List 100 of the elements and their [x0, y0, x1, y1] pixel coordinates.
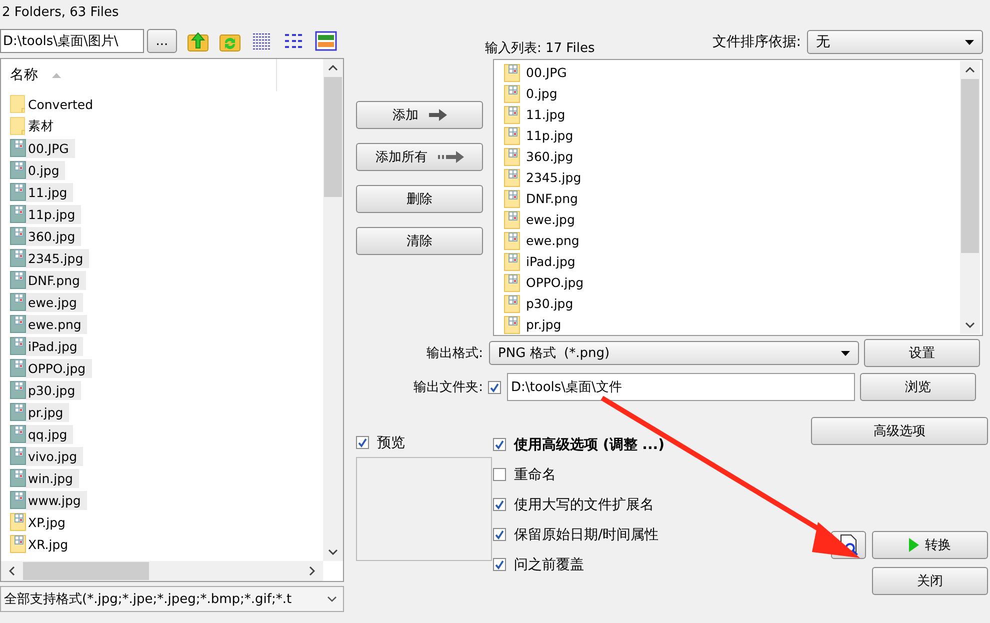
checked-checkbox[interactable] — [493, 498, 506, 511]
action-button[interactable]: 删除 — [356, 185, 483, 213]
file-item[interactable]: win.jpg — [26, 468, 79, 488]
file-item[interactable]: 11.jpg — [26, 182, 74, 202]
convert-button[interactable]: 转换 — [872, 531, 988, 559]
dropdown-arrow-icon — [965, 40, 974, 44]
scroll-up-icon — [965, 67, 975, 73]
thumbnail-view-icon[interactable] — [315, 30, 337, 52]
image-file-icon — [10, 425, 26, 443]
input-file-item[interactable]: 11p.jpg — [526, 128, 574, 143]
file-item[interactable]: 2345.jpg — [26, 248, 90, 268]
settings-button[interactable]: 设置 — [864, 339, 980, 367]
input-file-item[interactable]: pr.jpg — [526, 317, 562, 332]
image-file-icon — [504, 274, 520, 292]
folder-up-icon[interactable] — [187, 30, 209, 52]
browse-folder-button[interactable]: 浏览 — [860, 373, 976, 401]
image-file-icon — [504, 106, 520, 124]
checked-checkbox[interactable] — [493, 438, 506, 451]
preview-label: 预览 — [377, 434, 405, 452]
image-file-icon — [10, 315, 26, 333]
file-item[interactable]: 00.JPG — [26, 138, 75, 158]
input-file-item[interactable]: OPPO.jpg — [526, 275, 584, 290]
image-file-icon — [504, 84, 520, 102]
file-item[interactable]: XR.jpg — [26, 534, 74, 554]
input-file-item[interactable]: 2345.jpg — [526, 170, 582, 185]
image-file-icon — [10, 469, 26, 487]
input-file-item[interactable]: 360.jpg — [526, 149, 574, 164]
file-item[interactable]: pr.jpg — [26, 402, 70, 422]
input-file-item[interactable]: ewe.png — [526, 233, 580, 248]
checked-checkbox[interactable] — [488, 380, 501, 394]
file-item[interactable]: qq.jpg — [26, 424, 74, 444]
browse-button[interactable]: ... — [147, 29, 177, 53]
file-item[interactable]: OPPO.jpg — [26, 358, 92, 378]
vertical-scrollbar[interactable] — [323, 59, 343, 561]
image-file-icon — [504, 190, 520, 208]
file-count-label: 2 Folders, 63 Files — [1, 4, 120, 22]
sort-dropdown[interactable]: 无 — [807, 30, 983, 54]
scroll-down-icon — [965, 322, 975, 328]
folder-icon — [10, 117, 26, 135]
scroll-thumb[interactable] — [961, 79, 979, 253]
file-item[interactable]: p30.jpg — [26, 380, 82, 400]
image-file-icon — [504, 148, 520, 166]
image-file-icon — [10, 535, 26, 553]
scroll-up-icon — [328, 65, 338, 71]
image-file-icon — [10, 183, 26, 201]
file-item[interactable]: DNF.png — [26, 270, 86, 290]
filter-dropdown[interactable]: 全部支持格式(*.jpg;*.jpe;*.jpeg;*.bmp;*.gif;*.t — [0, 586, 344, 612]
file-item[interactable]: 11p.jpg — [26, 204, 82, 224]
input-file-item[interactable]: 00.JPG — [526, 65, 567, 80]
file-item[interactable]: ewe.jpg — [26, 292, 83, 312]
scroll-down-icon — [328, 549, 338, 555]
input-file-item[interactable]: 0.jpg — [526, 86, 558, 101]
input-file-item[interactable]: 11.jpg — [526, 107, 566, 122]
path-field[interactable]: D:\tools\桌面\图片\ — [0, 29, 144, 53]
option-label: 使用大写的文件扩展名 — [514, 496, 654, 514]
vertical-scrollbar[interactable] — [960, 61, 980, 334]
input-list-count: 输入列表: 17 Files — [485, 40, 595, 57]
checked-checkbox[interactable] — [493, 558, 506, 571]
action-button[interactable]: 添加 — [356, 101, 483, 129]
dropdown-arrow-icon — [841, 350, 850, 356]
image-file-icon — [10, 513, 26, 531]
option-label: 使用高级选项 (调整 ...) — [514, 436, 664, 454]
checkbox[interactable] — [493, 468, 506, 481]
file-item[interactable]: vivo.jpg — [26, 446, 84, 466]
scroll-thumb[interactable] — [23, 562, 149, 580]
output-folder-field[interactable]: D:\tools\桌面\文件 — [507, 373, 855, 401]
option-label: 重命名 — [514, 466, 556, 484]
input-file-item[interactable]: ewe.jpg — [526, 212, 575, 227]
checked-checkbox[interactable] — [356, 436, 369, 449]
image-file-icon — [10, 447, 26, 465]
input-file-item[interactable]: p30.jpg — [526, 296, 574, 311]
option-label: 问之前覆盖 — [514, 556, 584, 574]
action-button[interactable]: 添加所有 — [356, 143, 483, 171]
output-format-dropdown[interactable]: PNG 格式 (*.png) — [489, 341, 859, 365]
image-file-icon — [10, 139, 26, 157]
file-item[interactable]: Converted — [26, 94, 100, 114]
file-item[interactable]: 360.jpg — [26, 226, 82, 246]
input-file-item[interactable]: iPad.jpg — [526, 254, 576, 269]
image-file-icon — [504, 232, 520, 250]
file-item[interactable]: XP.jpg — [26, 512, 72, 532]
file-item[interactable]: iPad.jpg — [26, 336, 84, 356]
image-file-icon — [504, 168, 520, 186]
input-file-item[interactable]: DNF.png — [526, 191, 578, 206]
file-item[interactable]: ewe.png — [26, 314, 88, 334]
sort-label: 文件排序依据: — [712, 33, 801, 51]
play-icon — [909, 538, 919, 552]
checked-checkbox[interactable] — [493, 528, 506, 541]
file-item[interactable]: 素材 — [26, 116, 60, 136]
file-item[interactable]: 0.jpg — [26, 160, 66, 180]
sort-up-icon — [52, 72, 61, 78]
column-header[interactable]: 名称 — [1, 59, 277, 91]
arrow-right-icon — [428, 109, 446, 121]
close-button[interactable]: 关闭 — [872, 567, 988, 595]
horizontal-scrollbar[interactable] — [1, 561, 323, 581]
advanced-options-button[interactable]: 高级选项 — [811, 417, 988, 445]
scroll-thumb[interactable] — [324, 77, 342, 197]
image-file-icon — [504, 294, 520, 312]
output-format-label: 输出格式: — [426, 345, 483, 362]
file-item[interactable]: www.jpg — [26, 490, 87, 510]
action-button[interactable]: 清除 — [356, 227, 483, 255]
